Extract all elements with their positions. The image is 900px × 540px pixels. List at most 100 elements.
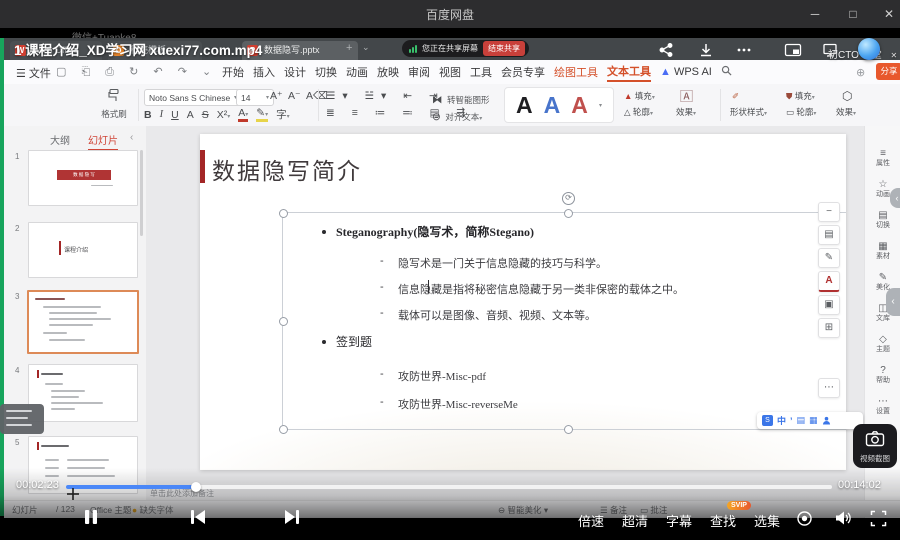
video-screenshot-button[interactable]: 视频截图 bbox=[853, 424, 897, 468]
text-fill-button[interactable]: ▲ 填充▾ bbox=[624, 90, 655, 105]
format-painter-button[interactable]: 格式刷 bbox=[96, 88, 132, 120]
previous-button[interactable] bbox=[188, 508, 208, 531]
record-icon[interactable] bbox=[796, 510, 813, 532]
selection-handle[interactable] bbox=[279, 425, 288, 434]
text-effect-button[interactable]: 效果▾ bbox=[676, 106, 696, 121]
ime-toolbar[interactable]: S 中 ’ ▤ ▦ bbox=[757, 412, 863, 429]
selection-handle[interactable] bbox=[564, 209, 573, 218]
minimize-icon[interactable]: ─ bbox=[800, 4, 830, 24]
missing-font-warning[interactable]: ● 缺失字体 bbox=[132, 504, 174, 516]
grow-font-icon[interactable]: A⁺ bbox=[270, 90, 283, 102]
progress-bar[interactable] bbox=[66, 485, 832, 489]
end-share-button[interactable]: 结束共享 bbox=[483, 41, 525, 56]
layers-icon[interactable]: ▤ bbox=[818, 225, 840, 245]
tab-outline[interactable]: 大纲 bbox=[50, 132, 70, 147]
sidebar-collapse-handle[interactable]: ‹ bbox=[886, 288, 900, 316]
more-mini-icon[interactable]: ⋯ bbox=[818, 378, 840, 398]
strikethrough-button[interactable]: S bbox=[202, 109, 209, 121]
panel-collapse-icon[interactable]: ‹ bbox=[130, 132, 133, 143]
quick-access-icons[interactable]: ▢ ⎗ ⎙ ↻ ↶ ↷ ⌄ bbox=[56, 65, 217, 79]
watermark-close-icon[interactable]: ✕ bbox=[891, 51, 898, 60]
slide-title[interactable]: 数据隐写简介 bbox=[212, 152, 362, 186]
font-name-select[interactable]: Noto Sans S Chinese▾ bbox=[144, 89, 242, 106]
maximize-icon[interactable]: □ bbox=[838, 4, 868, 24]
shape-effect-button[interactable]: 效果▾ bbox=[836, 106, 856, 121]
char-spacing-button[interactable]: A bbox=[187, 109, 194, 121]
find-button[interactable]: 查找 bbox=[710, 511, 736, 530]
download-icon[interactable] bbox=[698, 42, 714, 63]
ime-person-icon[interactable] bbox=[822, 412, 831, 430]
toolbar-collapse-handle[interactable]: ‹ bbox=[890, 188, 900, 208]
current-slide[interactable]: 数据隐写简介 ⟳ Steganography(隐写术，简称Stegano) - … bbox=[200, 134, 846, 470]
sidebar-item-theme[interactable]: ◇主题 bbox=[865, 334, 900, 354]
more-icon[interactable] bbox=[736, 42, 752, 63]
sidebar-item-transition[interactable]: ▤切换 bbox=[865, 210, 900, 230]
slide-thumbnail-3[interactable] bbox=[27, 290, 139, 354]
selection-handle[interactable] bbox=[564, 425, 573, 434]
episodes-button[interactable]: 选集 bbox=[754, 511, 780, 530]
text-style-black[interactable]: A bbox=[516, 90, 533, 120]
pause-button[interactable] bbox=[82, 508, 100, 531]
char-border-button[interactable]: 字▾ bbox=[276, 107, 290, 122]
text-style-more-icon[interactable]: ▾ bbox=[599, 102, 602, 109]
shape-fill-button[interactable]: ⛊ 填充▾ bbox=[786, 90, 815, 105]
menu-text-tools[interactable]: 文本工具 bbox=[607, 63, 651, 82]
bullet-text[interactable]: 攻防世界-Misc-reverseMe bbox=[398, 396, 518, 412]
font-size-select[interactable]: 14▾ bbox=[236, 89, 274, 106]
text-style-red-outline[interactable]: A bbox=[571, 90, 588, 120]
beautify-button[interactable]: ⊖ 智能美化 ▾ bbox=[498, 504, 548, 516]
menu-home[interactable]: 开始 bbox=[222, 64, 244, 80]
fullscreen-icon[interactable] bbox=[870, 510, 887, 532]
edit-pencil-icon[interactable]: ✎ bbox=[818, 248, 840, 268]
rotate-handle[interactable]: ⟳ bbox=[562, 192, 575, 205]
slide-thumbnail-4[interactable] bbox=[28, 364, 138, 422]
duplicate-icon[interactable]: ⊞ bbox=[818, 318, 840, 338]
ime-keyboard-icon[interactable]: ▦ bbox=[809, 415, 818, 426]
ime-punct-icon[interactable]: ’ bbox=[790, 416, 793, 426]
smart-graphic-button[interactable]: ⧓ 转智能图形 bbox=[432, 90, 489, 108]
quality-button[interactable]: 超清 bbox=[622, 511, 648, 530]
bold-button[interactable]: B bbox=[144, 109, 152, 121]
sidebar-item-material[interactable]: ▦素材 bbox=[865, 241, 900, 261]
menu-transition[interactable]: 切换 bbox=[315, 64, 337, 80]
italic-button[interactable]: I bbox=[160, 109, 164, 120]
share-icon[interactable] bbox=[658, 42, 674, 63]
panel-scrollbar[interactable] bbox=[140, 150, 143, 236]
shape-style-button[interactable]: 形状样式▾ bbox=[730, 106, 767, 121]
font-color-button[interactable]: A▾ bbox=[238, 107, 248, 122]
volume-icon[interactable] bbox=[834, 510, 852, 531]
notes-hint[interactable]: 单击此处添加备注 bbox=[150, 488, 214, 499]
search-icon[interactable] bbox=[721, 65, 732, 79]
menu-member[interactable]: 会员专享 bbox=[501, 64, 545, 80]
ime-toolbox-icon[interactable]: ▤ bbox=[797, 415, 806, 426]
sidebar-item-settings[interactable]: ⋯设置 bbox=[865, 396, 900, 416]
menu-animation[interactable]: 动画 bbox=[346, 64, 368, 80]
menu-design[interactable]: 设计 bbox=[284, 64, 306, 80]
tab-list-icon[interactable]: ⌄ bbox=[362, 42, 370, 53]
sidebar-item-help[interactable]: ?帮助 bbox=[865, 365, 900, 385]
menu-tools[interactable]: 工具 bbox=[470, 64, 492, 80]
menu-wps-ai[interactable]: ▲ WPS AI bbox=[660, 66, 712, 78]
underline-button[interactable]: U bbox=[171, 109, 179, 121]
slide-thumbnail-2[interactable]: 课程介绍 bbox=[28, 222, 138, 278]
floating-widget[interactable] bbox=[0, 404, 44, 434]
pip-icon[interactable] bbox=[784, 42, 802, 63]
sidebar-item-properties[interactable]: ≡属性 bbox=[865, 148, 900, 168]
menu-view[interactable]: 视图 bbox=[439, 64, 461, 80]
new-tab-icon[interactable]: + bbox=[346, 42, 352, 54]
text-outline-button[interactable]: △ 轮廓▾ bbox=[624, 106, 653, 121]
list-buttons-row[interactable]: ☰▾ ☱▾ ⇤ ⇥ bbox=[326, 90, 445, 102]
upload-cloud-icon[interactable]: ⊕ bbox=[856, 66, 865, 79]
bullet-text[interactable]: 信息隐藏是指将秘密信息隐藏于另一类非保密的载体之中。 bbox=[398, 281, 684, 297]
progress-handle[interactable] bbox=[191, 482, 201, 492]
bullet-text[interactable]: 签到题 bbox=[336, 333, 372, 350]
assistant-ball-icon[interactable] bbox=[858, 38, 880, 60]
text-style-gallery[interactable]: A A A ▾ bbox=[504, 87, 614, 123]
superscript-button[interactable]: X²▾ bbox=[217, 109, 231, 121]
highlight-color-button[interactable]: ✎▾ bbox=[256, 107, 268, 122]
menu-review[interactable]: 审阅 bbox=[408, 64, 430, 80]
text-style-blue[interactable]: A bbox=[544, 90, 561, 120]
collapse-mini-icon[interactable]: − bbox=[818, 202, 840, 222]
close-icon[interactable]: ✕ bbox=[874, 4, 900, 24]
share-button[interactable]: 分享 bbox=[876, 63, 900, 80]
